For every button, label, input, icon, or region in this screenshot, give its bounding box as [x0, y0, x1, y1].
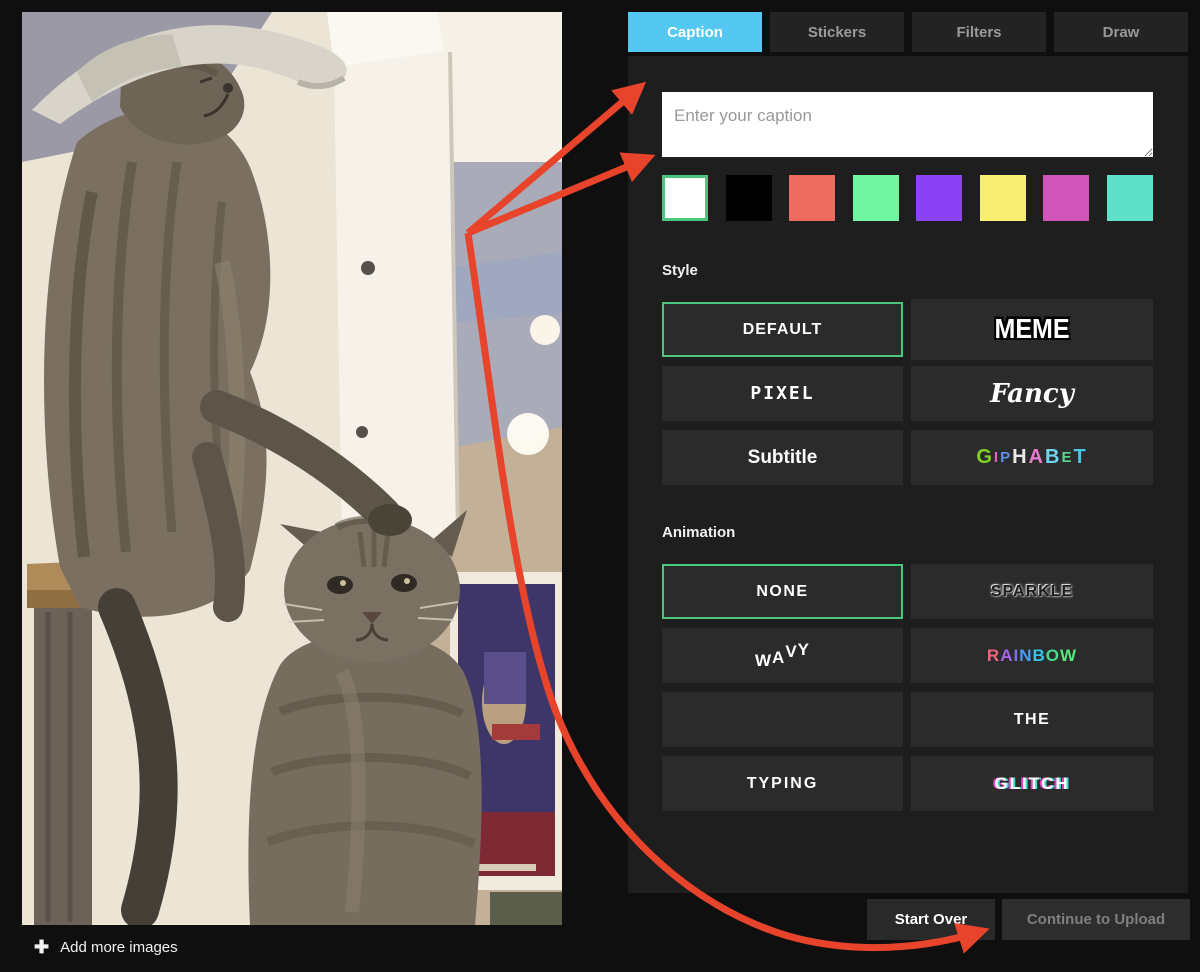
animation-option-wavy[interactable]: WAVY	[662, 628, 903, 683]
tab-draw[interactable]: Draw	[1054, 12, 1188, 52]
caption-color-swatch-3[interactable]	[853, 175, 899, 221]
animation-option-fade[interactable]	[662, 692, 903, 747]
style-section-label: Style	[662, 262, 698, 279]
style-option-subtitle[interactable]: Subtitle	[662, 430, 903, 485]
animation-section-label: Animation	[662, 524, 735, 541]
animation-option-sparkle[interactable]: SPARKLE	[911, 564, 1153, 619]
cat-scene-illustration	[22, 12, 562, 925]
caption-color-swatch-2[interactable]	[789, 175, 835, 221]
tab-stickers[interactable]: Stickers	[770, 12, 904, 52]
gif-preview-image	[22, 12, 562, 925]
continue-to-upload-button[interactable]: Continue to Upload	[1002, 899, 1190, 940]
gif-editor-app: ✚ Add more images CaptionStickersFilters…	[0, 0, 1200, 972]
style-option-meme[interactable]: MEME	[911, 299, 1153, 361]
animation-option-none[interactable]: NONE	[662, 564, 903, 619]
style-option-giphabet[interactable]: GIPHABET	[911, 430, 1153, 485]
caption-color-swatches	[662, 175, 1153, 221]
caption-color-swatch-7[interactable]	[1107, 175, 1153, 221]
caption-color-swatch-0[interactable]	[662, 175, 708, 221]
add-more-images-button[interactable]: ✚ Add more images	[34, 938, 178, 956]
start-over-button[interactable]: Start Over	[867, 899, 995, 940]
style-options-grid: DEFAULTMEMEPIXELFancySubtitleGIPHABET	[662, 302, 1153, 485]
caption-color-swatch-1[interactable]	[726, 175, 772, 221]
style-option-fancy[interactable]: Fancy	[911, 366, 1153, 421]
caption-panel: Style DEFAULTMEMEPIXELFancySubtitleGIPHA…	[628, 56, 1188, 893]
editor-tab-bar: CaptionStickersFiltersDraw	[628, 12, 1188, 52]
caption-color-swatch-5[interactable]	[980, 175, 1026, 221]
animation-option-rainbow[interactable]: RAINBOW	[911, 628, 1153, 683]
caption-color-swatch-6[interactable]	[1043, 175, 1089, 221]
tab-filters[interactable]: Filters	[912, 12, 1046, 52]
style-option-pixel[interactable]: PIXEL	[662, 366, 903, 421]
add-more-images-label: Add more images	[60, 939, 178, 956]
animation-option-glitch[interactable]: GLITCH	[911, 756, 1153, 811]
caption-color-swatch-4[interactable]	[916, 175, 962, 221]
plus-icon: ✚	[34, 938, 49, 956]
animation-option-the[interactable]: THE	[911, 692, 1153, 747]
style-option-default[interactable]: DEFAULT	[662, 302, 903, 357]
tab-caption[interactable]: Caption	[628, 12, 762, 52]
caption-input[interactable]	[662, 92, 1153, 157]
animation-options-grid: NONESPARKLEWAVYRAINBOW THETYPINGGLITCH	[662, 564, 1153, 811]
animation-option-typing[interactable]: TYPING	[662, 756, 903, 811]
